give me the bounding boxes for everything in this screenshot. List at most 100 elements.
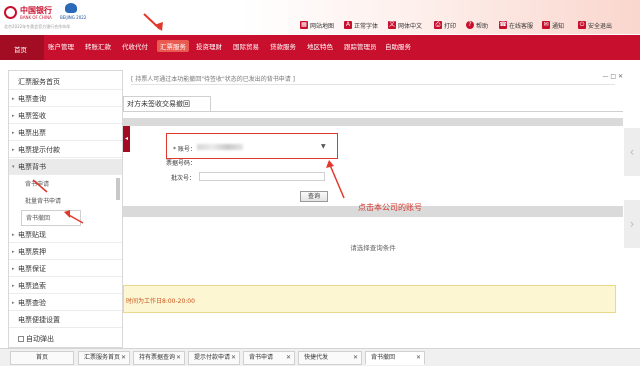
logout-icon: ⏻	[578, 21, 586, 29]
batch-no-input[interactable]	[199, 172, 325, 181]
sidebar-subitem-endorse-withdraw[interactable]: 背书撤回	[21, 210, 81, 226]
util-help[interactable]: ? 帮助	[466, 19, 488, 31]
nav-item-collect-pay[interactable]: 代收代付	[122, 41, 148, 51]
nav-home-label: 首页	[14, 46, 27, 54]
util-notice-label: 通知	[552, 22, 565, 30]
nav-item-loan[interactable]: 贷款服务	[270, 41, 296, 51]
sidebar-item-discount[interactable]: ▸ 电票贴现	[9, 227, 122, 243]
nav-home[interactable]: 首页	[0, 35, 44, 60]
util-logout[interactable]: ⏻ 安全退出	[578, 19, 612, 31]
main-nav: 首页 账户管理 转账汇款 代收代付 汇票服务 投资理财 国际贸易 贷款服务 地区…	[0, 35, 640, 60]
annotation-text: 点击本公司的账号	[358, 203, 422, 212]
auto-popup-checkbox[interactable]	[18, 336, 24, 342]
sidebar-item-bill-home[interactable]: 汇票服务首页	[9, 74, 122, 90]
nav-item-self-service[interactable]: 自助服务	[385, 41, 411, 51]
close-icon[interactable]: ✕	[176, 352, 181, 364]
caret-down-icon: ▾	[12, 164, 15, 170]
nav-item-regional[interactable]: 地区特色	[307, 41, 333, 51]
sidebar-item-label: 电票贴现	[18, 231, 46, 239]
bottom-tab-bill-home[interactable]: 汇票服务首页 ✕	[78, 351, 130, 365]
account-highlight-box	[166, 133, 338, 159]
olympic-logo: BEIJING 2022	[60, 3, 86, 25]
sidebar-item-settings[interactable]: 电票便捷设置	[9, 312, 122, 328]
util-print-label: 打印	[444, 22, 457, 30]
bell-icon: ✉	[542, 21, 550, 29]
scroll-next-icon[interactable]: ›	[624, 200, 640, 248]
caret-right-icon: ▸	[12, 283, 15, 289]
sidebar-item-label: 电票背书	[18, 163, 46, 171]
bottom-tab-holding-query[interactable]: 持有票据查询 ✕	[133, 351, 185, 365]
nav-item-admin[interactable]: 跟踪管理员	[344, 41, 377, 51]
nav-item-trade[interactable]: 国际贸易	[233, 41, 259, 51]
close-icon[interactable]: ✕	[121, 352, 126, 364]
bottom-tab-home[interactable]: 首页	[10, 351, 74, 365]
util-font-label: 正常字体	[354, 22, 379, 30]
hours-notice-box: 时间为工作日8:00-20:00	[123, 285, 616, 313]
hours-notice-text: 时间为工作日8:00-20:00	[126, 298, 195, 305]
bottom-tab-label: 提示付款申请	[194, 354, 231, 361]
close-icon[interactable]: ✕	[416, 352, 421, 364]
chat-icon: ☎	[499, 21, 507, 29]
sidebar-item-label: 电票查验	[18, 299, 46, 307]
sidebar-item-payment[interactable]: ▸ 电票提示付款	[9, 142, 122, 158]
sidebar-scrollbar[interactable]	[116, 178, 120, 200]
sidebar-item-query[interactable]: ▸ 电票查询	[9, 91, 122, 107]
sidebar-item-verify[interactable]: ▸ 电票查验	[9, 295, 122, 311]
util-sitemap[interactable]: ▦ 网站地图	[300, 19, 334, 31]
nav-item-account[interactable]: 账户管理	[48, 41, 74, 51]
caret-right-icon: ▸	[12, 300, 15, 306]
collapse-sidebar-handle[interactable]: ◂	[123, 126, 130, 152]
bottom-tab-endorse-apply[interactable]: 背书申请 ✕	[243, 351, 295, 365]
util-font[interactable]: A 正常字体	[344, 19, 378, 31]
sidebar-item-label: 汇票服务首页	[18, 78, 60, 86]
close-icon[interactable]: ✕	[353, 352, 358, 364]
tab-divider	[123, 111, 623, 112]
nav-item-transfer[interactable]: 转账汇款	[85, 41, 111, 51]
bottom-tab-payment-request[interactable]: 提示付款申请 ✕	[188, 351, 240, 365]
sidebar: 汇票服务首页 ▸ 电票查询 ▸ 电票签收 ▸ 电票出票 ▸ 电票提示付款 ▾ 电票背书 背…	[8, 70, 123, 348]
bottom-tab-endorse-withdraw[interactable]: 背书撤回 ✕	[365, 351, 425, 365]
sidebar-item-recourse[interactable]: ▸ 电票追索	[9, 278, 122, 294]
sidebar-item-label: 电票查询	[18, 95, 46, 103]
sidebar-item-sign[interactable]: ▸ 电票签收	[9, 108, 122, 124]
sidebar-subitem-batch-endorse[interactable]: 批量背书申请	[9, 194, 122, 210]
nav-item-bill-service[interactable]: 汇票服务	[157, 40, 189, 52]
header: 中国银行 BANK OF CHINA 北京2022年冬奥会官方银行合作伙伴 BE…	[0, 0, 640, 34]
sidebar-item-guarantee[interactable]: ▸ 电票保证	[9, 261, 122, 277]
util-sitemap-label: 网站地图	[310, 22, 335, 30]
auto-popup-label: 自动弹出	[26, 335, 54, 343]
auto-popup-toggle[interactable]: 自动弹出	[9, 331, 122, 347]
caret-right-icon: ▸	[12, 96, 15, 102]
scroll-prev-icon[interactable]: ‹	[624, 128, 640, 176]
sidebar-item-label: 电票质押	[18, 248, 46, 256]
close-icon[interactable]: ✕	[286, 352, 291, 364]
util-chat[interactable]: ☎ 在线客服	[499, 19, 533, 31]
util-chat-label: 在线客服	[509, 22, 534, 30]
sidebar-subitem-endorse-apply[interactable]: 背书申请	[9, 177, 122, 193]
util-notice[interactable]: ✉ 通知	[542, 19, 564, 31]
bottom-tab-quick-pay[interactable]: 快捷代发 ✕	[298, 351, 362, 365]
sidebar-item-endorse[interactable]: ▾ 电票背书	[9, 159, 122, 175]
util-print[interactable]: ⎙ 打印	[434, 19, 456, 31]
bottom-tab-label: 快捷代发	[304, 354, 329, 361]
window-controls[interactable]: — □ ✕	[595, 73, 623, 80]
caret-right-icon: ▸	[12, 113, 15, 119]
bill-no-label: 票据号码：	[166, 160, 197, 167]
nav-item-investment[interactable]: 投资理财	[196, 41, 222, 51]
query-button[interactable]: 查询	[300, 191, 328, 202]
util-language[interactable]: 文网体中文	[388, 19, 422, 31]
query-hint: 请选择查询条件	[350, 244, 396, 252]
sidebar-item-label: 电票便捷设置	[18, 316, 60, 324]
close-icon[interactable]: ✕	[231, 352, 236, 364]
tab-withdraw-unsigned[interactable]: 对方未签收交易撤回	[123, 96, 211, 112]
sidebar-item-pledge[interactable]: ▸ 电票质押	[9, 244, 122, 260]
form-header-band	[123, 118, 623, 126]
sidebar-item-label: 电票出票	[18, 129, 46, 137]
caret-right-icon: ▸	[12, 266, 15, 272]
sitemap-icon: ▦	[300, 21, 308, 29]
function-notice: [ 持票人可通过本功能撤回"待签收"状态的已发出的背书申请 ]	[131, 74, 615, 85]
caret-right-icon: ▸	[12, 130, 15, 136]
logo-emblem-icon	[4, 6, 17, 19]
bank-name-en: BANK OF CHINA	[20, 15, 52, 20]
sidebar-item-issue[interactable]: ▸ 电票出票	[9, 125, 122, 141]
